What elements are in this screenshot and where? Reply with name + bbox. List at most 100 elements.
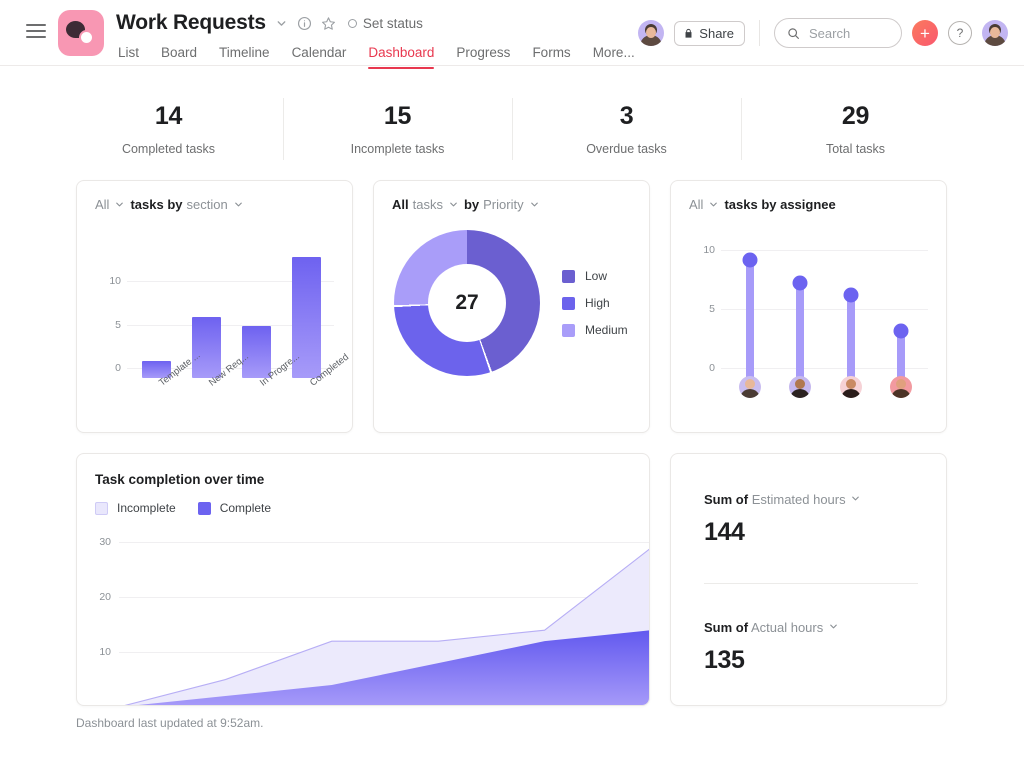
card-title: All tasks by Priority — [374, 181, 649, 212]
member-avatar[interactable] — [638, 20, 664, 46]
y-axis-tick: 10 — [95, 275, 121, 287]
card-title-static: All — [392, 197, 409, 212]
stem-dot — [893, 323, 908, 338]
lollipop-stem[interactable] — [739, 260, 761, 378]
legend-label: High — [585, 296, 610, 310]
legend-label: Medium — [585, 323, 628, 337]
avatar[interactable] — [739, 376, 761, 398]
speech-bubble-secondary-icon — [79, 30, 94, 45]
stat-label: Incomplete tasks — [351, 142, 445, 156]
x-axis-tick: In Progre... — [258, 380, 265, 389]
stat-value: 15 — [384, 102, 411, 131]
card-title: Task completion over time — [77, 454, 649, 487]
search-icon — [787, 27, 800, 40]
chevron-down-icon[interactable] — [275, 17, 288, 30]
sum-block-actual: Sum of Actual hours 135 — [704, 620, 918, 675]
sum-label[interactable]: Sum of Actual hours — [704, 620, 918, 635]
tab-timeline[interactable]: Timeline — [208, 41, 281, 69]
lollipop-stem[interactable] — [789, 283, 811, 378]
sum-block-estimated: Sum of Estimated hours 144 — [704, 492, 918, 547]
sum-field: Estimated hours — [752, 492, 846, 507]
stem-rod — [796, 283, 804, 378]
sum-value: 144 — [704, 518, 918, 547]
sum-label[interactable]: Sum of Estimated hours — [704, 492, 918, 507]
tab-board[interactable]: Board — [150, 41, 208, 69]
legend-label: Low — [585, 269, 607, 283]
stem-dot — [793, 276, 808, 291]
lollipop-stem[interactable] — [840, 295, 862, 378]
share-button[interactable]: Share — [674, 21, 745, 46]
divider — [759, 20, 760, 46]
chevron-down-icon[interactable] — [529, 199, 540, 210]
hamburger-icon[interactable] — [26, 24, 46, 38]
chevron-down-icon[interactable] — [708, 199, 719, 210]
share-label: Share — [699, 26, 734, 41]
filter-scope-value[interactable]: All — [95, 197, 109, 212]
card-tasks-by-section: All tasks by section 0510Template ...New… — [76, 180, 353, 433]
avatar[interactable] — [890, 376, 912, 398]
sum-prefix: Sum of — [704, 620, 748, 635]
stat-value: 14 — [155, 102, 182, 131]
y-axis-tick: 10 — [689, 244, 715, 256]
card-hour-sums: Sum of Estimated hours 144 Sum of Actual… — [670, 453, 947, 706]
lollipop-stem[interactable] — [890, 331, 912, 378]
avatar[interactable] — [789, 376, 811, 398]
legend-item[interactable]: Medium — [562, 323, 628, 337]
lock-icon — [683, 28, 694, 39]
stat-overdue-tasks: 3 Overdue tasks — [512, 92, 741, 166]
legend-item-incomplete[interactable]: Incomplete — [95, 501, 176, 515]
bar[interactable] — [242, 326, 271, 378]
tab-list[interactable]: List — [116, 41, 150, 69]
search-input[interactable]: Search — [774, 18, 902, 48]
stat-completed-tasks: 14 Completed tasks — [54, 92, 283, 166]
card-title-static-2: by — [464, 197, 479, 212]
title-and-tabs: Work Requests Set status List Board Time… — [116, 0, 646, 69]
divider — [704, 583, 918, 584]
info-icon[interactable] — [297, 16, 312, 31]
user-avatar[interactable] — [982, 20, 1008, 46]
assignee-avatars — [725, 376, 926, 398]
avatar[interactable] — [840, 376, 862, 398]
legend-item[interactable]: High — [562, 296, 628, 310]
legend-swatch — [198, 502, 211, 515]
legend-item-complete[interactable]: Complete — [198, 501, 271, 515]
group-by-value[interactable]: Priority — [483, 197, 523, 212]
legend-item[interactable]: Low — [562, 269, 628, 283]
add-button[interactable]: + — [912, 20, 938, 46]
group-by-value[interactable]: section — [187, 197, 228, 212]
bar[interactable] — [192, 317, 221, 378]
tab-dashboard[interactable]: Dashboard — [357, 41, 445, 69]
chevron-down-icon[interactable] — [448, 199, 459, 210]
filter-scope-value[interactable]: tasks — [413, 197, 443, 212]
chevron-down-icon[interactable] — [850, 493, 861, 504]
y-axis-tick: 5 — [95, 319, 121, 331]
card-title: All tasks by assignee — [671, 181, 946, 212]
dashboard-footnote: Dashboard last updated at 9:52am. — [76, 716, 1024, 730]
tab-calendar[interactable]: Calendar — [281, 41, 358, 69]
y-axis-tick: 0 — [689, 362, 715, 374]
donut-chart-wrap: 27 Low High Medium — [374, 230, 649, 376]
top-bar: Work Requests Set status List Board Time… — [0, 0, 1024, 66]
set-status-button[interactable]: Set status — [348, 16, 423, 31]
y-axis-tick: 0 — [95, 362, 121, 374]
legend-swatch — [95, 502, 108, 515]
filter-scope-value[interactable]: All — [689, 197, 703, 212]
tab-more[interactable]: More... — [582, 41, 646, 69]
x-axis-labels: Template ...New Req...In Progre...Comple… — [131, 380, 332, 391]
chevron-down-icon[interactable] — [233, 199, 244, 210]
area-chart-svg — [77, 526, 650, 706]
tab-progress[interactable]: Progress — [445, 41, 521, 69]
chevron-down-icon[interactable] — [828, 621, 839, 632]
help-button[interactable]: ? — [948, 21, 972, 45]
donut-center-value: 27 — [428, 264, 506, 342]
x-axis-tick: Completed — [308, 380, 315, 389]
stat-value: 3 — [620, 102, 634, 131]
tab-forms[interactable]: Forms — [521, 41, 581, 69]
stat-total-tasks: 29 Total tasks — [741, 92, 970, 166]
stat-value: 29 — [842, 102, 869, 131]
star-icon[interactable] — [321, 16, 336, 31]
stat-label: Total tasks — [826, 142, 885, 156]
x-axis-tick: New Req... — [207, 380, 214, 389]
view-tabs: List Board Timeline Calendar Dashboard P… — [116, 41, 646, 69]
chevron-down-icon[interactable] — [114, 199, 125, 210]
